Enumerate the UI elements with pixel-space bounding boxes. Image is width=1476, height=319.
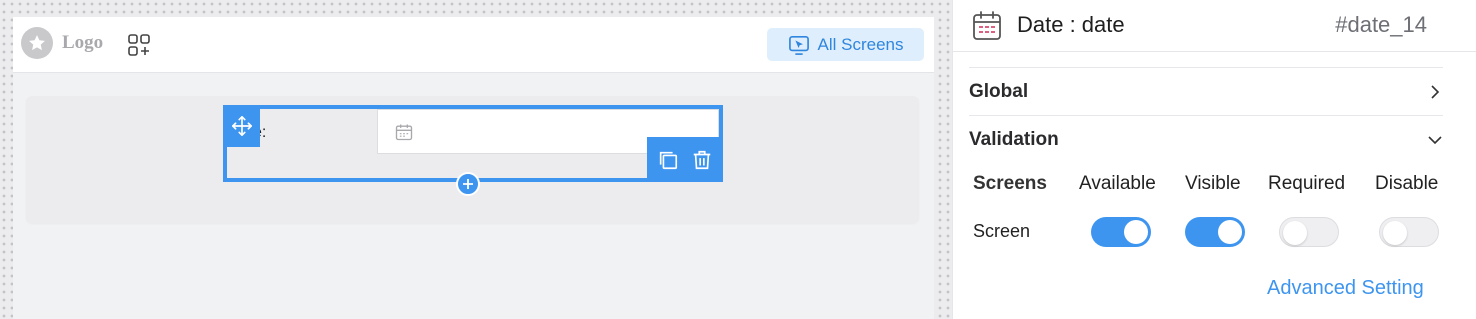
header-available: Available (1079, 173, 1156, 194)
panel-header: Date : date #date_14 (953, 0, 1476, 52)
advanced-setting-link[interactable]: Advanced Setting (1267, 277, 1424, 300)
chevron-down-icon (1428, 135, 1442, 144)
field-id: #date_14 (1335, 12, 1427, 37)
validation-table-header: Screens Available Visible Required Disab… (973, 173, 1473, 203)
add-apps-icon[interactable] (127, 33, 151, 57)
toggle-disable[interactable] (1379, 217, 1439, 247)
screen-cursor-icon (788, 35, 809, 55)
all-screens-button[interactable]: All Screens (767, 28, 924, 61)
all-screens-label: All Screens (817, 34, 904, 54)
add-field-button[interactable] (456, 172, 480, 196)
header-required: Required (1268, 173, 1346, 194)
trash-icon[interactable] (691, 149, 713, 171)
header-screens: Screens (973, 173, 1047, 194)
toggle-available[interactable] (1091, 217, 1151, 247)
panel-title: Date : date (1017, 12, 1125, 37)
properties-panel: Date : date #date_14 Global Validation S… (952, 0, 1476, 319)
section-validation[interactable]: Validation (969, 115, 1443, 163)
form-canvas: Logo All Screens e: (13, 17, 934, 319)
header-visible: Visible (1185, 173, 1241, 194)
star-logo-icon (21, 27, 53, 59)
table-row: Screen (973, 217, 1473, 247)
field-action-bar (647, 137, 723, 182)
preview-header: Logo All Screens (13, 17, 934, 73)
duplicate-icon[interactable] (657, 149, 679, 171)
screen-name: Screen (973, 221, 1031, 241)
calendar-icon (973, 11, 1001, 40)
section-validation-title: Validation (969, 128, 1059, 150)
logo-text: Logo (62, 32, 104, 53)
chevron-right-icon (1431, 84, 1440, 99)
header-disable: Disable (1375, 173, 1439, 194)
move-handle[interactable] (223, 105, 260, 147)
toggle-required[interactable] (1279, 217, 1339, 247)
move-arrows-icon (231, 116, 252, 136)
toggle-visible[interactable] (1185, 217, 1245, 247)
section-global-title: Global (969, 80, 1029, 102)
plus-icon (463, 179, 473, 189)
section-global[interactable]: Global (969, 67, 1443, 115)
